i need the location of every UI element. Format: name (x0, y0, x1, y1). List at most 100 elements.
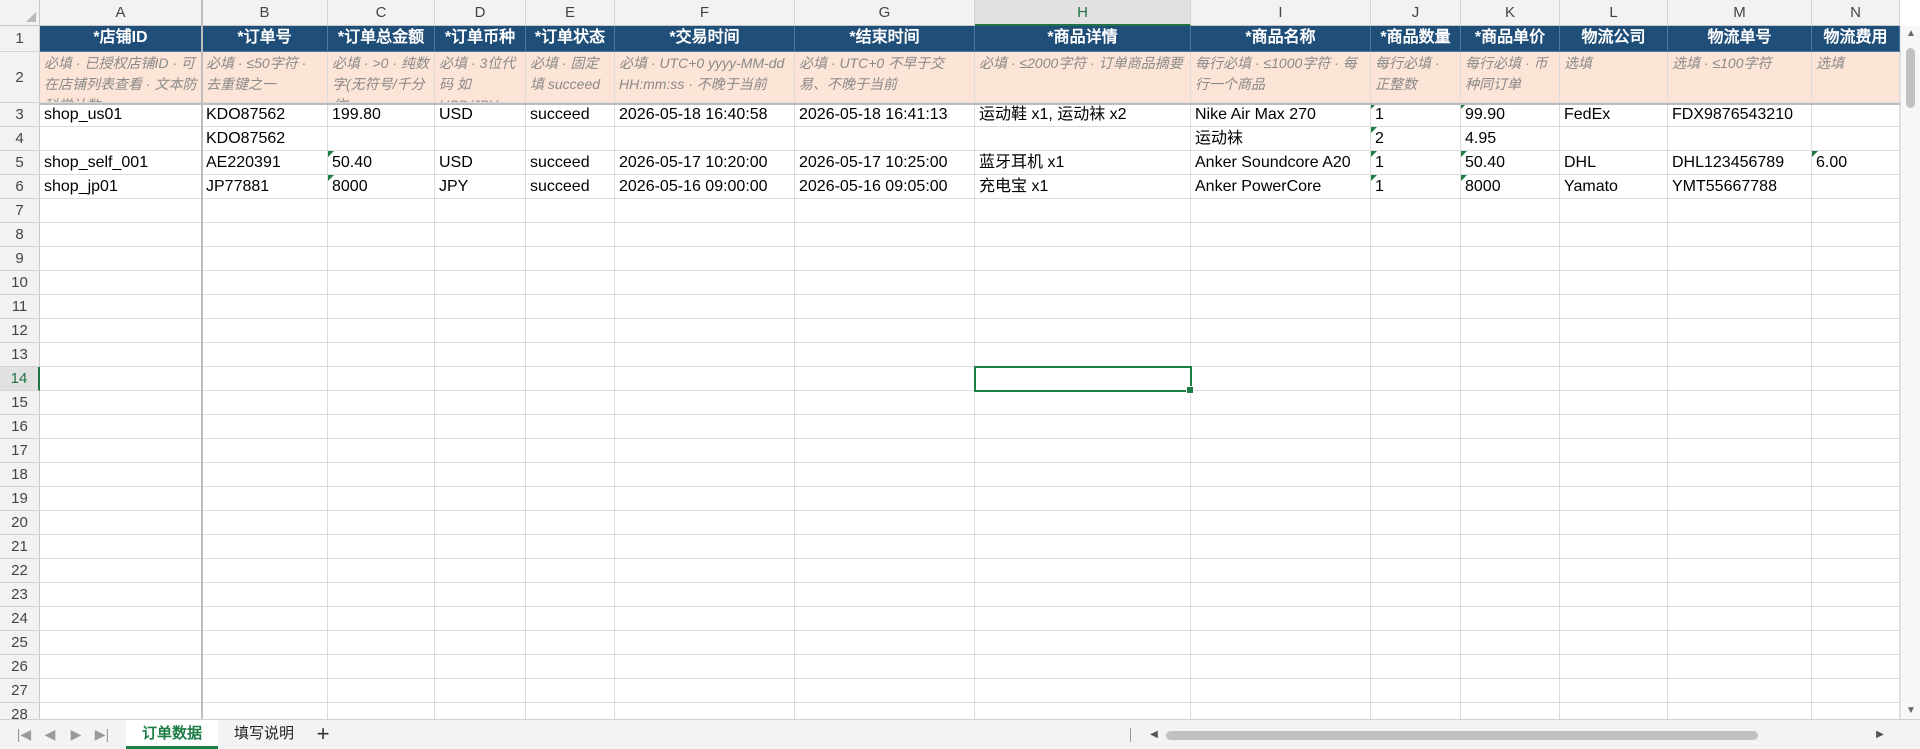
empty-cell-c10[interactable] (328, 271, 435, 295)
empty-cell-j28[interactable] (1371, 703, 1461, 719)
empty-cell-h28[interactable] (975, 703, 1191, 719)
empty-cell-m19[interactable] (1668, 487, 1812, 511)
data-cell-b5[interactable]: AE220391 (202, 151, 328, 175)
empty-cell-l21[interactable] (1560, 535, 1668, 559)
empty-cell-e9[interactable] (526, 247, 615, 271)
empty-cell-a8[interactable] (40, 223, 202, 247)
empty-cell-l25[interactable] (1560, 631, 1668, 655)
empty-cell-d16[interactable] (435, 415, 526, 439)
empty-cell-b10[interactable] (202, 271, 328, 295)
empty-cell-g13[interactable] (795, 343, 975, 367)
empty-cell-a28[interactable] (40, 703, 202, 719)
empty-cell-j21[interactable] (1371, 535, 1461, 559)
empty-cell-l14[interactable] (1560, 367, 1668, 391)
empty-cell-n10[interactable] (1812, 271, 1900, 295)
empty-cell-e25[interactable] (526, 631, 615, 655)
empty-cell-e10[interactable] (526, 271, 615, 295)
empty-cell-k25[interactable] (1461, 631, 1560, 655)
empty-cell-a23[interactable] (40, 583, 202, 607)
empty-cell-a13[interactable] (40, 343, 202, 367)
empty-cell-k23[interactable] (1461, 583, 1560, 607)
empty-cell-i18[interactable] (1191, 463, 1371, 487)
hint-cell-m[interactable]: 选填 · ≤100字符 (1668, 52, 1812, 103)
empty-cell-m26[interactable] (1668, 655, 1812, 679)
empty-cell-m24[interactable] (1668, 607, 1812, 631)
add-sheet-icon[interactable]: + (310, 722, 336, 746)
data-cell-d3[interactable]: USD (435, 103, 526, 127)
row-header-22[interactable]: 22 (0, 559, 40, 583)
row-header-28[interactable]: 28 (0, 703, 40, 719)
empty-cell-e15[interactable] (526, 391, 615, 415)
empty-cell-b7[interactable] (202, 199, 328, 223)
empty-cell-j16[interactable] (1371, 415, 1461, 439)
empty-cell-j11[interactable] (1371, 295, 1461, 319)
empty-cell-h16[interactable] (975, 415, 1191, 439)
header-cell-i[interactable]: *商品名称 (1191, 26, 1371, 52)
header-cell-k[interactable]: *商品单价 (1461, 26, 1560, 52)
empty-cell-f13[interactable] (615, 343, 795, 367)
empty-cell-f11[interactable] (615, 295, 795, 319)
data-cell-k5[interactable]: 50.40 (1461, 151, 1560, 175)
data-cell-l3[interactable]: FedEx (1560, 103, 1668, 127)
empty-cell-g15[interactable] (795, 391, 975, 415)
empty-cell-h7[interactable] (975, 199, 1191, 223)
empty-cell-b28[interactable] (202, 703, 328, 719)
data-cell-e5[interactable]: succeed (526, 151, 615, 175)
empty-cell-j8[interactable] (1371, 223, 1461, 247)
empty-cell-e12[interactable] (526, 319, 615, 343)
empty-cell-b25[interactable] (202, 631, 328, 655)
data-cell-a3[interactable]: shop_us01 (40, 103, 202, 127)
data-cell-k6[interactable]: 8000 (1461, 175, 1560, 199)
empty-cell-i9[interactable] (1191, 247, 1371, 271)
empty-cell-f7[interactable] (615, 199, 795, 223)
empty-cell-j13[interactable] (1371, 343, 1461, 367)
empty-cell-f9[interactable] (615, 247, 795, 271)
empty-cell-h8[interactable] (975, 223, 1191, 247)
empty-cell-m11[interactable] (1668, 295, 1812, 319)
data-cell-h5[interactable]: 蓝牙耳机 x1 (975, 151, 1191, 175)
empty-cell-f15[interactable] (615, 391, 795, 415)
empty-cell-d10[interactable] (435, 271, 526, 295)
data-cell-d4[interactable] (435, 127, 526, 151)
empty-cell-g17[interactable] (795, 439, 975, 463)
column-header-d[interactable]: D (435, 0, 526, 26)
row-header-11[interactable]: 11 (0, 295, 40, 319)
data-cell-f4[interactable] (615, 127, 795, 151)
empty-cell-b13[interactable] (202, 343, 328, 367)
data-cell-n3[interactable] (1812, 103, 1900, 127)
hint-cell-k[interactable]: 每行必填 · 币种同订单 (1461, 52, 1560, 103)
empty-cell-k21[interactable] (1461, 535, 1560, 559)
empty-cell-b14[interactable] (202, 367, 328, 391)
header-cell-c[interactable]: *订单总金额 (328, 26, 435, 52)
empty-cell-g16[interactable] (795, 415, 975, 439)
header-cell-h[interactable]: *商品详情 (975, 26, 1191, 52)
header-cell-g[interactable]: *结束时间 (795, 26, 975, 52)
empty-cell-c19[interactable] (328, 487, 435, 511)
empty-cell-h11[interactable] (975, 295, 1191, 319)
empty-cell-a16[interactable] (40, 415, 202, 439)
empty-cell-f23[interactable] (615, 583, 795, 607)
empty-cell-f21[interactable] (615, 535, 795, 559)
hint-cell-c[interactable]: 必填 · >0 · 纯数字(无符号/千分位) (328, 52, 435, 103)
empty-cell-a9[interactable] (40, 247, 202, 271)
empty-cell-h19[interactable] (975, 487, 1191, 511)
scroll-up-icon[interactable]: ▲ (1901, 26, 1920, 42)
empty-cell-d7[interactable] (435, 199, 526, 223)
column-header-c[interactable]: C (328, 0, 435, 26)
empty-cell-k24[interactable] (1461, 607, 1560, 631)
header-cell-f[interactable]: *交易时间 (615, 26, 795, 52)
empty-cell-f20[interactable] (615, 511, 795, 535)
data-cell-m5[interactable]: DHL123456789 (1668, 151, 1812, 175)
empty-cell-a14[interactable] (40, 367, 202, 391)
empty-cell-c17[interactable] (328, 439, 435, 463)
empty-cell-l16[interactable] (1560, 415, 1668, 439)
empty-cell-e22[interactable] (526, 559, 615, 583)
column-header-b[interactable]: B (202, 0, 328, 26)
empty-cell-i21[interactable] (1191, 535, 1371, 559)
empty-cell-i22[interactable] (1191, 559, 1371, 583)
empty-cell-e28[interactable] (526, 703, 615, 719)
empty-cell-h21[interactable] (975, 535, 1191, 559)
select-all-corner[interactable] (0, 0, 40, 26)
empty-cell-g28[interactable] (795, 703, 975, 719)
empty-cell-a18[interactable] (40, 463, 202, 487)
